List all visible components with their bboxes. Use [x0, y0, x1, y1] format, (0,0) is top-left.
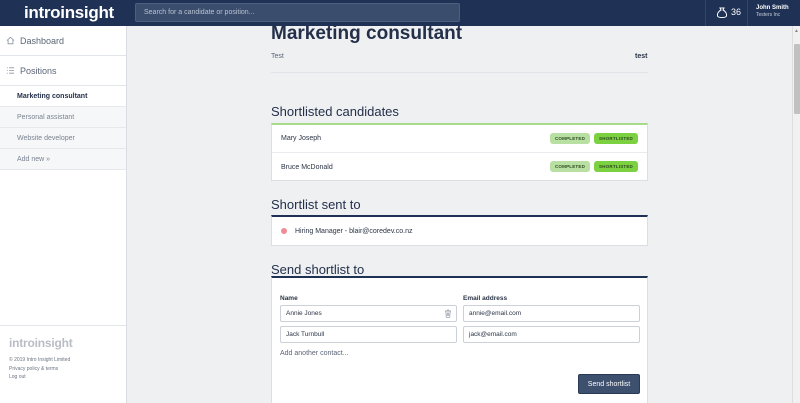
trash-icon[interactable] [444, 309, 452, 318]
scrollbar[interactable]: ▲ [792, 26, 800, 403]
sent-to-title: Shortlist sent to [271, 197, 361, 212]
contact-name-input[interactable]: Annie Jones [280, 305, 457, 322]
send-title: Send shortlist to [271, 262, 365, 277]
nav-dashboard-label: Dashboard [20, 35, 65, 46]
privacy-link[interactable]: Privacy policy & terms [9, 365, 117, 374]
bag-icon [716, 7, 728, 18]
completed-badge: COMPLETED [549, 161, 591, 172]
top-bar: introinsight Search for a candidate or p… [0, 0, 800, 26]
position-meta-right: test [635, 53, 648, 60]
status-dot [281, 228, 287, 234]
divider [271, 72, 648, 73]
divider [747, 0, 748, 26]
sidebar-item-add-new[interactable]: Add new » [0, 149, 126, 170]
candidate-name: Bruce McDonald [281, 163, 333, 171]
add-contact-link[interactable]: Add another contact... [280, 350, 349, 357]
contact-email-value: annie@email.com [469, 310, 522, 317]
search-input[interactable]: Search for a candidate or position... [135, 3, 460, 22]
sent-to-card: Hiring Manager - blair@coredev.co.nz [271, 215, 648, 246]
position-meta-left: Test [271, 53, 284, 60]
contact-email-value: jack@email.com [469, 331, 517, 338]
user-menu[interactable]: John Smith Testers Inc [756, 5, 789, 19]
completed-badge: COMPLETED [549, 133, 591, 144]
shortlisted-badge: SHORTLISTED [594, 161, 638, 172]
scroll-thumb[interactable] [794, 44, 800, 114]
copyright-text: © 2019 Intro Insight Limited [9, 357, 71, 363]
main-content: Marketing consultant Test test Shortlist… [127, 26, 792, 403]
footer-logo: introinsight [9, 336, 73, 350]
contact-email-input[interactable]: jack@email.com [463, 326, 640, 343]
sidebar-item-website-developer[interactable]: Website developer [0, 128, 126, 149]
sidebar-item-personal-assistant[interactable]: Personal assistant [0, 107, 126, 128]
sidebar-footer: introinsight © 2019 Intro Insight Limite… [0, 325, 126, 403]
email-label: Email address [463, 295, 508, 302]
contact-email-input[interactable]: annie@email.com [463, 305, 640, 322]
sent-to-entry: Hiring Manager - blair@coredev.co.nz [272, 217, 647, 245]
candidate-name: Mary Joseph [281, 135, 322, 142]
nav-positions[interactable]: Positions [0, 56, 126, 86]
nav-dashboard[interactable]: Dashboard [0, 26, 126, 56]
credits-count: 36 [731, 7, 742, 17]
send-shortlist-button[interactable]: Send shortlist [578, 374, 640, 394]
credits-counter[interactable]: 36 [716, 6, 741, 18]
shortlisted-card: Mary Joseph COMPLETED SHORTLISTED Bruce … [271, 123, 648, 181]
logout-link[interactable]: Log out [9, 373, 117, 382]
contact-name-value: Annie Jones [286, 310, 322, 317]
name-label: Name [280, 295, 298, 302]
shortlisted-title: Shortlisted candidates [271, 104, 399, 119]
nav-positions-label: Positions [20, 65, 57, 76]
candidate-row[interactable]: Bruce McDonald COMPLETED SHORTLISTED [272, 153, 647, 181]
sidebar: Dashboard Positions Marketing consultant… [0, 26, 127, 403]
sidebar-item-marketing-consultant[interactable]: Marketing consultant [0, 86, 126, 107]
app-logo[interactable]: introinsight [24, 3, 114, 23]
user-name: John Smith [756, 5, 789, 11]
scroll-up-icon[interactable]: ▲ [794, 28, 799, 34]
list-icon [6, 67, 15, 74]
user-company: Testers Inc [756, 12, 781, 18]
candidate-row[interactable]: Mary Joseph COMPLETED SHORTLISTED [272, 125, 647, 153]
contact-name-input[interactable]: Jack Turnbull [280, 326, 457, 343]
home-icon [6, 36, 15, 45]
send-card: Name Email address Annie Jones annie@ema… [271, 276, 648, 403]
page-title: Marketing consultant [271, 26, 463, 44]
sent-to-text: Hiring Manager - blair@coredev.co.nz [295, 227, 413, 235]
shortlisted-badge: SHORTLISTED [594, 133, 638, 144]
contact-name-value: Jack Turnbull [286, 331, 325, 338]
divider [705, 0, 706, 26]
